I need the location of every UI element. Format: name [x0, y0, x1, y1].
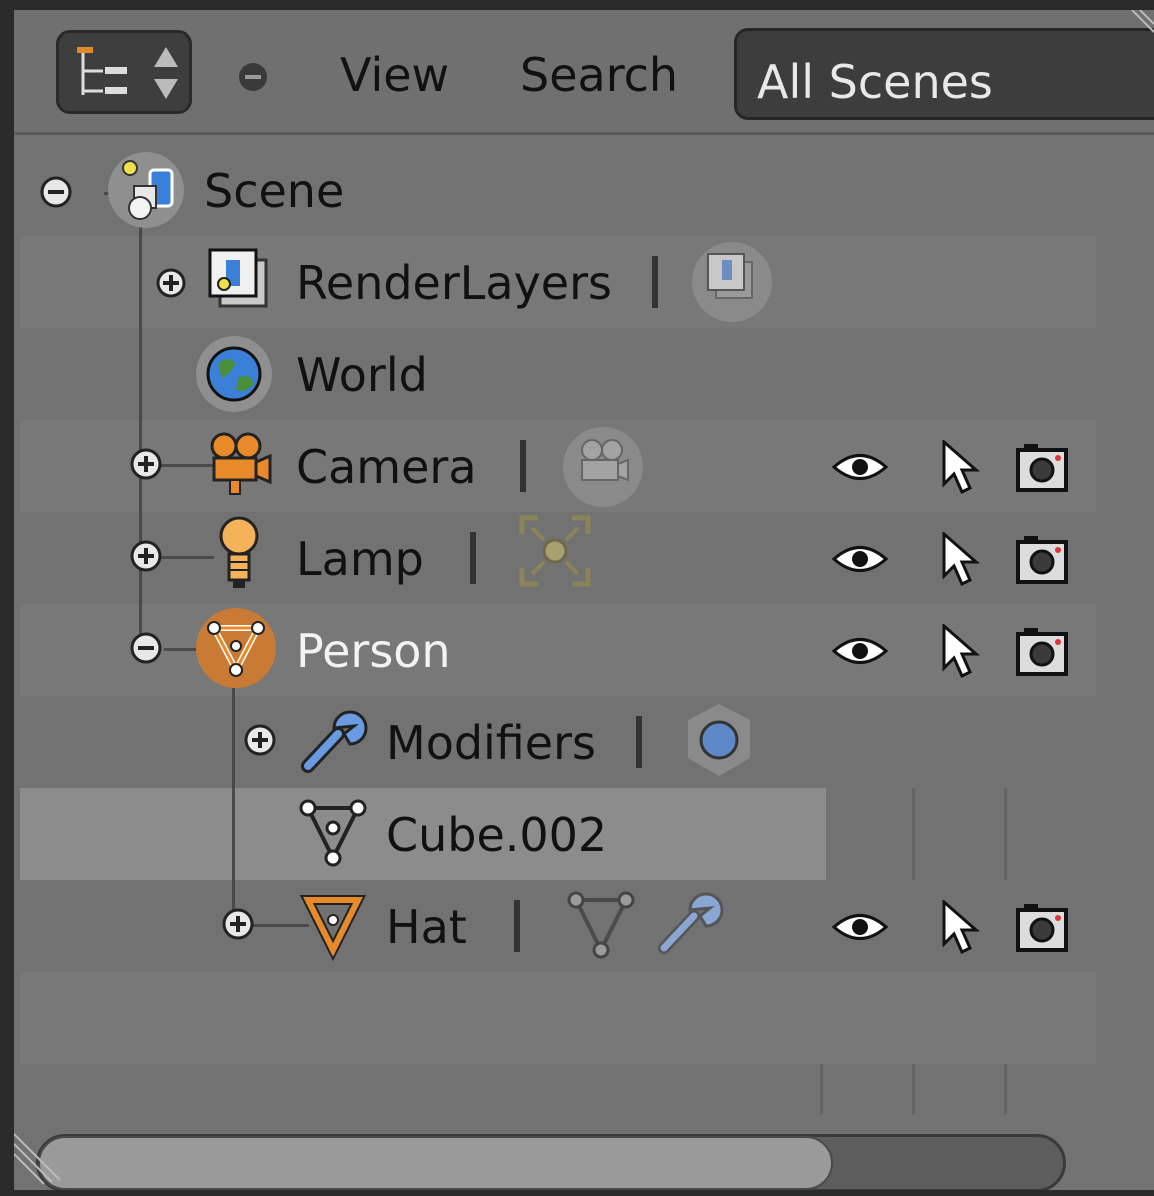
wrench-icon[interactable]	[654, 886, 724, 956]
mesh-data-icon	[299, 799, 367, 867]
tree-row-empty	[20, 972, 1096, 1064]
modifier-data-icon[interactable]	[684, 700, 754, 780]
separator	[636, 716, 642, 768]
expand-toggle-icon[interactable]	[220, 906, 256, 942]
minus-circle-icon[interactable]	[236, 60, 270, 94]
visibility-eye-icon[interactable]	[832, 450, 888, 484]
tree-row-hat[interactable]	[20, 880, 1096, 972]
horizontal-scrollbar-thumb[interactable]	[38, 1136, 833, 1190]
expand-toggle-icon[interactable]	[128, 446, 164, 482]
collapse-toggle-icon[interactable]	[128, 630, 164, 666]
area-corner-handle[interactable]	[1124, 10, 1154, 40]
outliner-header: View Search All Scenes	[14, 10, 1154, 135]
outliner-panel: View Search All Scenes Scene RenderLayer…	[14, 10, 1154, 1190]
expand-toggle-icon[interactable]	[154, 266, 188, 300]
display-mode-dropdown[interactable]: All Scenes	[734, 28, 1154, 120]
expand-toggle-icon[interactable]	[128, 538, 164, 574]
lamp-object-icon	[219, 516, 259, 588]
select-arrow-icon[interactable]	[938, 440, 982, 496]
camera-object-icon	[210, 432, 272, 495]
camera-data-icon[interactable]	[560, 424, 646, 510]
person-label: Person	[296, 624, 451, 678]
visibility-eye-icon[interactable]	[832, 910, 888, 944]
tree-row-world[interactable]	[20, 328, 1096, 420]
menu-view[interactable]: View	[340, 48, 449, 102]
display-mode-value: All Scenes	[757, 55, 993, 109]
outliner-window: View Search All Scenes Scene RenderLayer…	[0, 0, 1154, 1196]
scene-label: Scene	[204, 164, 345, 218]
separator	[520, 440, 526, 492]
menu-search[interactable]: Search	[520, 48, 678, 102]
render-camera-icon[interactable]	[1014, 624, 1070, 680]
collapse-toggle-icon[interactable]	[38, 174, 74, 210]
world-icon	[196, 336, 272, 412]
visibility-eye-icon[interactable]	[832, 542, 888, 576]
lamp-data-icon[interactable]	[518, 514, 592, 588]
mesh-object-icon	[299, 895, 367, 962]
tree-line	[139, 194, 142, 654]
modifiers-label: Modifiers	[386, 716, 596, 770]
render-camera-icon[interactable]	[1014, 900, 1070, 956]
chevron-updown-icon	[154, 47, 178, 99]
world-label: World	[296, 348, 428, 402]
camera-label: Camera	[296, 440, 477, 494]
outliner-tree: Scene RenderLayers World Camera Lamp Per…	[14, 144, 1154, 1114]
render-camera-icon[interactable]	[1014, 440, 1070, 496]
select-arrow-icon[interactable]	[938, 900, 982, 956]
wrench-icon	[301, 710, 368, 773]
scene-icon	[108, 152, 184, 228]
select-arrow-icon[interactable]	[938, 532, 982, 588]
separator	[514, 900, 520, 952]
separator	[470, 532, 476, 584]
cube-label: Cube.002	[386, 808, 608, 862]
select-arrow-icon[interactable]	[938, 624, 982, 680]
mesh-object-icon	[196, 608, 276, 688]
renderlayers-label: RenderLayers	[296, 256, 612, 310]
render-layers-icon[interactable]	[690, 240, 774, 324]
lamp-label: Lamp	[296, 532, 424, 586]
mesh-data-icon[interactable]	[566, 886, 636, 966]
area-corner-handle[interactable]	[14, 1120, 74, 1190]
separator	[652, 256, 658, 308]
tree-line	[232, 674, 235, 924]
visibility-eye-icon[interactable]	[832, 634, 888, 668]
hat-label: Hat	[386, 900, 467, 954]
expand-toggle-icon[interactable]	[242, 722, 278, 758]
render-layers-icon	[208, 248, 268, 308]
editor-type-button[interactable]	[56, 30, 192, 114]
render-camera-icon[interactable]	[1014, 532, 1070, 588]
